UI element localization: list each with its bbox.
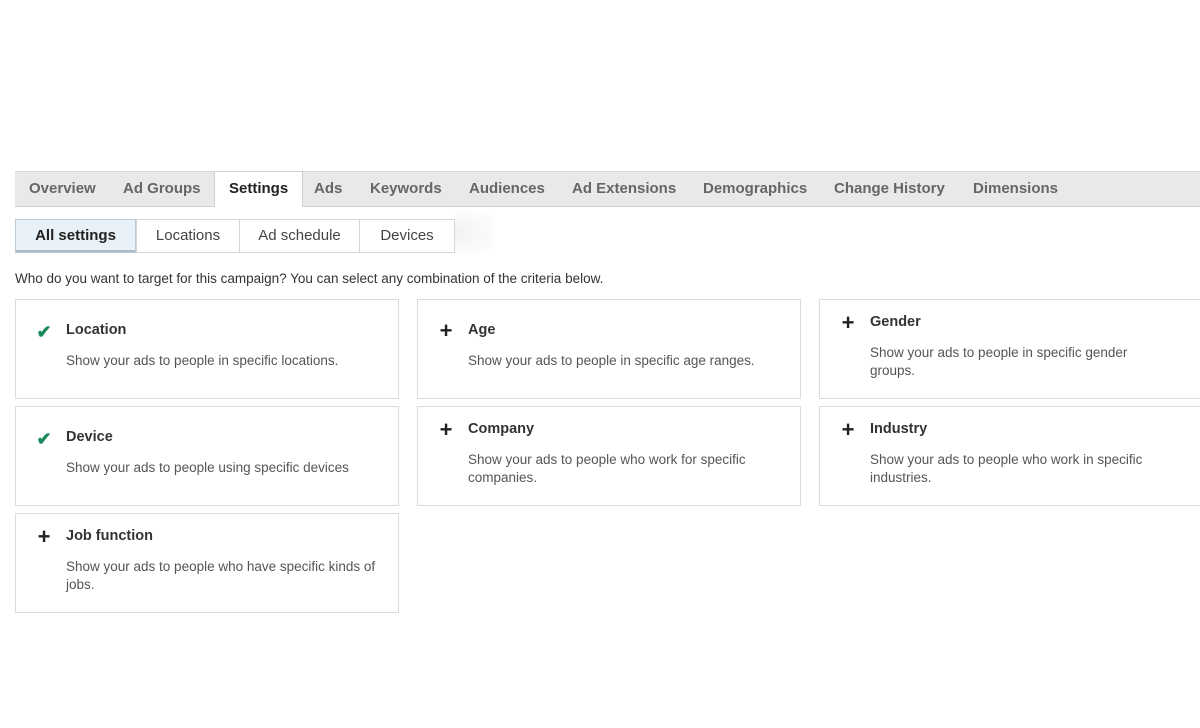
tab-ad-extensions[interactable]: Ad Extensions [572,172,676,206]
card-description: Show your ads to people who have specifi… [66,559,376,592]
campaign-tab-bar: Overview Ad Groups Settings Ads Keywords… [15,171,1200,207]
plus-icon: + [841,417,855,442]
card-device[interactable]: ✔ Device Show your ads to people using s… [15,406,399,506]
subtab-locations[interactable]: Locations [136,219,240,253]
card-gender[interactable]: + Gender Show your ads to people in spec… [819,299,1200,399]
card-title: Location [66,322,127,338]
tab-change-history[interactable]: Change History [834,172,945,206]
card-company[interactable]: + Company Show your ads to people who wo… [417,406,801,506]
card-description: Show your ads to people in specific gend… [870,345,1128,378]
card-description: Show your ads to people who work in spec… [870,452,1143,485]
card-age[interactable]: + Age Show your ads to people in specifi… [417,299,801,399]
plus-icon: + [841,310,855,335]
subtab-shadow [455,212,495,254]
card-description: Show your ads to people who work for spe… [468,452,746,485]
tab-demographics[interactable]: Demographics [703,172,807,206]
targeting-prompt: Who do you want to target for this campa… [15,271,604,286]
subtab-ad-schedule[interactable]: Ad schedule [239,219,360,253]
card-title: Age [468,322,496,338]
card-location[interactable]: ✔ Location Show your ads to people in sp… [15,299,399,399]
tab-ads[interactable]: Ads [314,172,342,206]
card-industry[interactable]: + Industry Show your ads to people who w… [819,406,1200,506]
tab-dimensions[interactable]: Dimensions [973,172,1058,206]
card-description: Show your ads to people in specific age … [468,353,755,368]
card-title: Industry [870,421,928,437]
card-title: Company [468,421,535,437]
tab-keywords[interactable]: Keywords [370,172,442,206]
tab-ad-groups[interactable]: Ad Groups [123,172,201,206]
tab-audiences[interactable]: Audiences [469,172,545,206]
plus-icon: + [439,417,453,442]
card-description: Show your ads to people in specific loca… [66,353,339,368]
plus-icon: + [37,524,51,549]
tab-settings[interactable]: Settings [214,171,304,207]
check-icon: ✔ [36,429,52,449]
card-description: Show your ads to people using specific d… [66,460,349,475]
card-job-function[interactable]: + Job function Show your ads to people w… [15,513,399,613]
subtab-devices[interactable]: Devices [359,219,455,253]
card-title: Job function [66,528,153,544]
subtab-all-settings[interactable]: All settings [15,219,136,253]
card-title: Gender [870,314,921,330]
plus-icon: + [439,318,453,343]
check-icon: ✔ [36,322,52,342]
card-title: Device [66,429,113,445]
tab-overview[interactable]: Overview [29,172,96,206]
